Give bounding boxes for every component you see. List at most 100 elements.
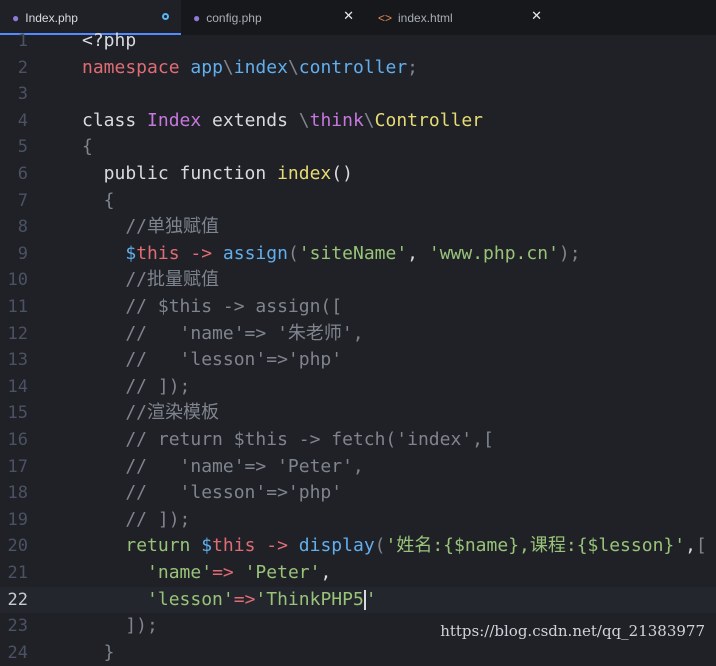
code-text: <?php bbox=[82, 28, 136, 55]
code-token: } bbox=[82, 641, 115, 663]
code-line[interactable]: 10 //批量赋值 bbox=[0, 267, 716, 294]
code-line[interactable]: 22 'lesson'=>'ThinkPHP5 ' bbox=[0, 586, 716, 614]
code-token: 'siteName' bbox=[298, 242, 408, 264]
line-number: 15 bbox=[7, 403, 28, 424]
line-number: 13 bbox=[7, 350, 28, 371]
code-line[interactable]: 18 // 'lesson'=>'php' bbox=[0, 480, 716, 507]
code-text: // ]); bbox=[82, 507, 190, 534]
code-line[interactable]: 17 // 'name'=> 'Peter', bbox=[0, 454, 716, 481]
close-icon[interactable]: ✕ bbox=[531, 8, 542, 24]
line-number: 6 bbox=[17, 164, 28, 184]
close-icon[interactable]: ✕ bbox=[343, 8, 354, 24]
code-token: => bbox=[212, 562, 234, 583]
code-token: // 'name'=> 'Peter', bbox=[82, 455, 364, 477]
code-token: 'ThinkPHP5 bbox=[255, 588, 364, 610]
code-editor[interactable]: 1 <?php 2 namespace app\index\controller; 3 4… bbox=[0, 28, 716, 663]
line-number: 3 bbox=[17, 84, 28, 105]
code-token: namespace bbox=[82, 56, 180, 78]
code-token: this bbox=[136, 242, 180, 264]
code-text: namespace app\index\controller; bbox=[82, 55, 418, 82]
code-token: () bbox=[331, 163, 353, 184]
code-line[interactable]: 8 //单独赋值 bbox=[0, 214, 716, 241]
code-token: '姓名:{$name},课程:{$lesson}' bbox=[385, 535, 686, 557]
code-token: index bbox=[277, 163, 332, 184]
code-line[interactable]: 24 } bbox=[0, 640, 716, 666]
elephant-icon: ● bbox=[12, 10, 20, 25]
code-line[interactable]: 16 // return $this -> fetch('index',[ bbox=[0, 427, 716, 454]
code-token: ]); bbox=[82, 615, 158, 637]
line-number: 22 bbox=[7, 589, 28, 610]
code-token: { bbox=[82, 136, 93, 158]
code-line[interactable]: 2 namespace app\index\controller; bbox=[0, 55, 716, 82]
line-number: 2 bbox=[17, 57, 28, 78]
code-text: $this -> assign('siteName', 'www.php.cn'… bbox=[82, 241, 580, 268]
code-token: //批量赋值 bbox=[82, 269, 220, 291]
code-line[interactable]: 6 public function index() bbox=[0, 161, 716, 188]
code-line[interactable]: 19 // ]); bbox=[0, 507, 716, 534]
code-token: ( bbox=[374, 535, 386, 557]
code-token: \ bbox=[298, 109, 310, 131]
code-token: 'lesson' bbox=[147, 588, 234, 610]
code-token: -> bbox=[179, 242, 223, 264]
code-token: 'www.php.cn' bbox=[428, 242, 559, 264]
line-number: 8 bbox=[17, 217, 28, 238]
code-line[interactable]: 14 // ]); bbox=[0, 374, 716, 401]
code-line[interactable]: 13 // 'lesson'=>'php' bbox=[0, 347, 716, 374]
code-token: // ]); bbox=[82, 375, 191, 397]
code-line[interactable]: 1 <?php bbox=[0, 28, 716, 55]
code-line[interactable]: 11 // $this -> assign([ bbox=[0, 294, 716, 321]
code-token: extends bbox=[201, 109, 299, 131]
code-token: // return $this -> fetch('index',[ bbox=[82, 429, 494, 450]
line-number: 7 bbox=[17, 190, 28, 211]
tab-label: index.html bbox=[398, 10, 453, 25]
line-number: 24 bbox=[7, 642, 28, 663]
line-number: 4 bbox=[17, 110, 28, 131]
code-line[interactable]: 21 'name'=> 'Peter', bbox=[0, 560, 716, 587]
code-token: public function bbox=[82, 163, 278, 184]
code-token: 'name' bbox=[147, 562, 213, 583]
code-text: // $this -> assign([ bbox=[82, 294, 342, 321]
tab-label: config.php bbox=[206, 10, 262, 25]
code-text: //渲染模板 bbox=[82, 400, 219, 427]
code-token: ( bbox=[287, 242, 299, 264]
code-text: // ]); bbox=[82, 374, 190, 401]
code-line[interactable]: 20 return $this -> display('姓名:{$name},课… bbox=[0, 533, 716, 560]
code-token: index bbox=[233, 56, 288, 78]
code-text: //单独赋值 bbox=[82, 214, 219, 241]
code-token: \ bbox=[222, 56, 234, 78]
code-token: //单独赋值 bbox=[82, 216, 220, 238]
code-line[interactable]: 7 { bbox=[0, 188, 716, 215]
code-token: display bbox=[298, 535, 375, 557]
code-line[interactable]: 5{ bbox=[0, 134, 716, 161]
code-line[interactable]: 3 bbox=[0, 81, 716, 108]
code-token: Index bbox=[147, 109, 202, 131]
line-number: 23 bbox=[7, 616, 28, 637]
code-line[interactable]: 9 $this -> assign('siteName', 'www.php.c… bbox=[0, 241, 716, 268]
code-token: , bbox=[407, 242, 429, 264]
code-brackets-icon: <> bbox=[378, 10, 393, 25]
code-token: controller bbox=[298, 56, 408, 78]
code-text: // 'lesson'=>'php' bbox=[82, 480, 342, 507]
line-number: 5 bbox=[17, 137, 28, 158]
line-number: 10 bbox=[7, 270, 28, 291]
line-number: 19 bbox=[7, 509, 28, 530]
code-token: //渲染模板 bbox=[82, 402, 220, 424]
modified-indicator-icon[interactable] bbox=[162, 13, 169, 20]
code-line[interactable]: 12 // 'name'=> '朱老师', bbox=[0, 321, 716, 348]
code-token: { bbox=[82, 189, 115, 211]
code-line[interactable]: 4 class Index extends \think\Controller bbox=[0, 108, 716, 135]
code-token: <?php bbox=[82, 30, 137, 51]
code-line[interactable]: 15 //渲染模板 bbox=[0, 400, 716, 427]
code-token: think bbox=[309, 109, 364, 131]
line-number: 9 bbox=[17, 243, 28, 264]
code-text: class Index extends \think\Controller bbox=[82, 108, 483, 135]
line-number: 18 bbox=[7, 483, 28, 504]
